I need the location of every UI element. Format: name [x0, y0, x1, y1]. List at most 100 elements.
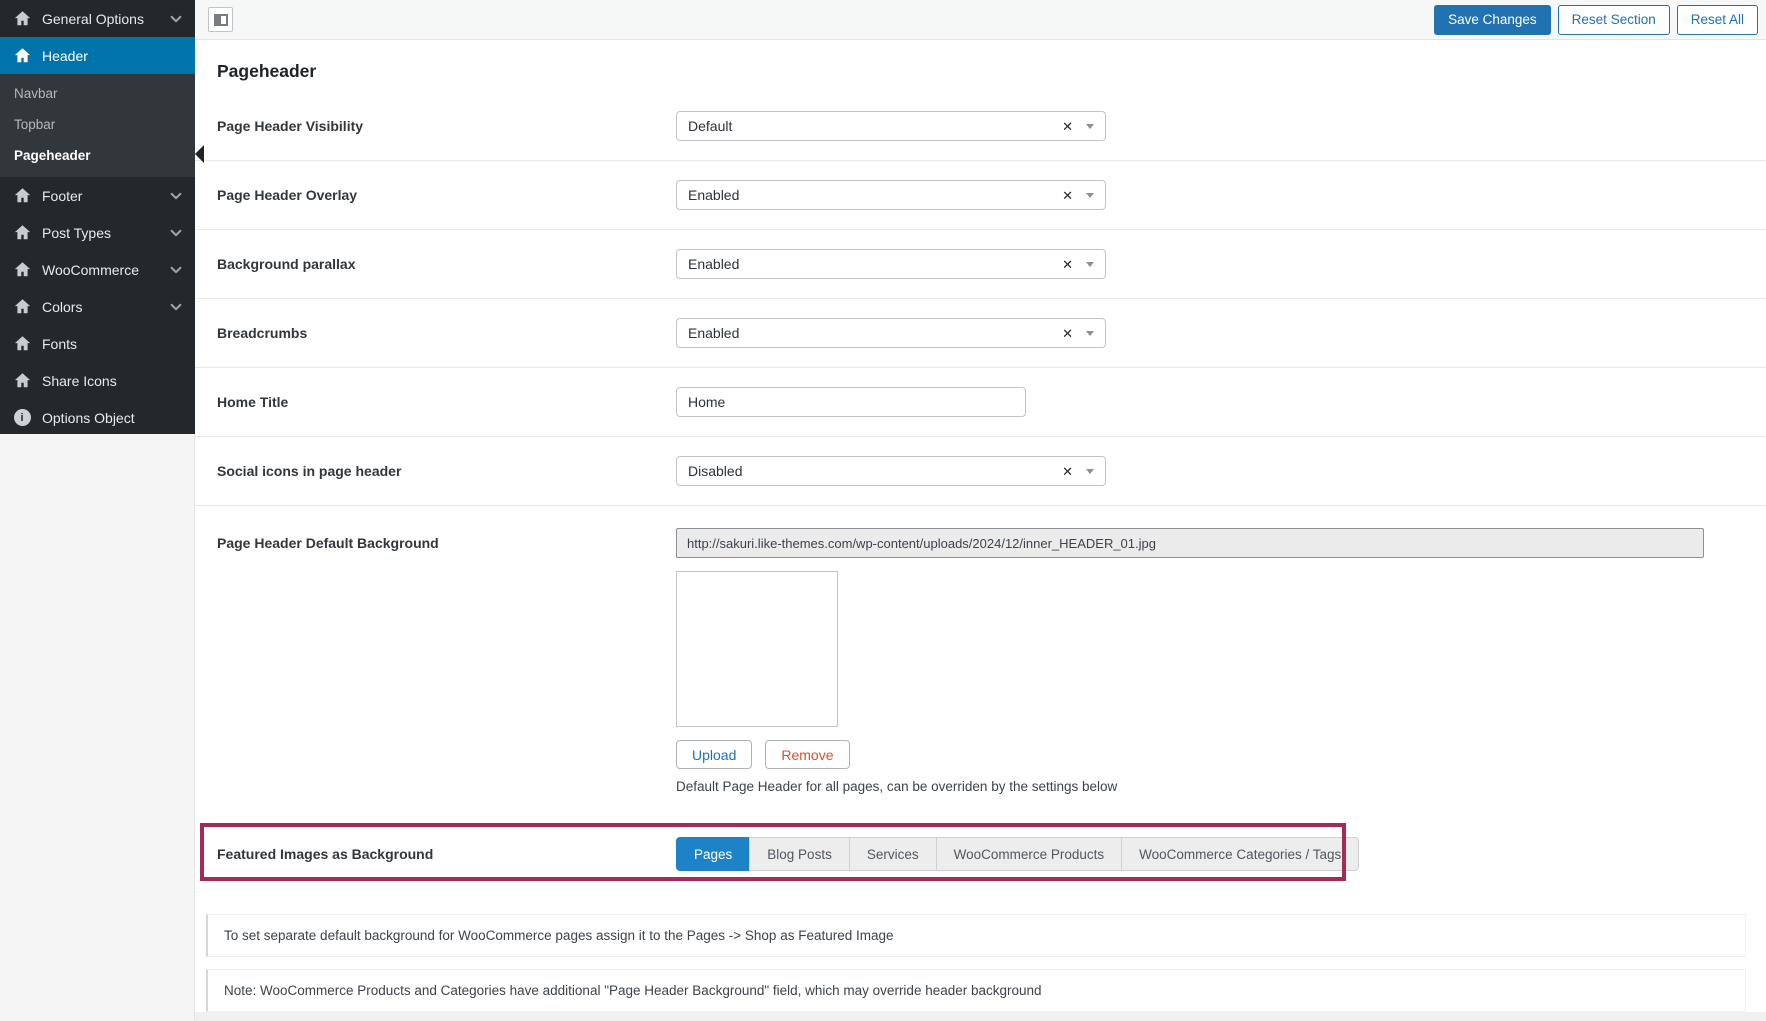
field-label: Social icons in page header — [217, 463, 676, 479]
clear-icon[interactable]: ✕ — [1062, 465, 1073, 478]
sidebar-item-options-object[interactable]: i Options Object — [0, 399, 195, 436]
clear-icon[interactable]: ✕ — [1062, 120, 1073, 133]
header-submenu: Navbar Topbar Pageheader — [0, 74, 195, 177]
home-icon — [13, 47, 31, 65]
sidebar-item-label: Footer — [42, 188, 169, 204]
field-label: Page Header Visibility — [217, 118, 676, 134]
tab-services[interactable]: Services — [849, 837, 937, 871]
sidebar-item-post-types[interactable]: Post Types — [0, 214, 195, 251]
notes-section: To set separate default background for W… — [195, 914, 1766, 1012]
tab-woocommerce-categories-tags[interactable]: WooCommerce Categories / Tags — [1121, 837, 1359, 871]
reset-all-button[interactable]: Reset All — [1677, 5, 1758, 35]
caret-down-icon — [1086, 193, 1094, 198]
field-row-parallax: Background parallax Enabled ✕ — [195, 230, 1766, 299]
tab-pages[interactable]: Pages — [676, 837, 750, 871]
field-row-home-title: Home Title — [195, 368, 1766, 437]
main-area: Save Changes Reset Section Reset All Pag… — [195, 0, 1766, 1021]
field-row-featured-images: Featured Images as Background Pages Blog… — [195, 824, 1766, 884]
reset-section-button[interactable]: Reset Section — [1558, 5, 1670, 35]
sidebar-item-footer[interactable]: Footer — [0, 177, 195, 214]
sidebar-item-label: General Options — [42, 11, 169, 27]
sidebar-item-label: Fonts — [42, 336, 183, 352]
chevron-down-icon — [169, 300, 183, 314]
sidebar-item-pageheader[interactable]: Pageheader — [0, 140, 195, 171]
field-label: Home Title — [217, 394, 676, 410]
submenu-item-label: Topbar — [14, 117, 55, 132]
sidebar-item-header[interactable]: Header — [0, 37, 195, 74]
social-icons-select[interactable]: Disabled ✕ — [676, 456, 1106, 486]
sidebar-item-label: Options Object — [42, 410, 183, 426]
chevron-down-icon — [169, 226, 183, 240]
field-label: Breadcrumbs — [217, 325, 676, 341]
sidebar-item-woocommerce[interactable]: WooCommerce — [0, 251, 195, 288]
settings-panel: Pageheader Page Header Visibility Defaul… — [195, 40, 1766, 1012]
featured-images-tab-group: Pages Blog Posts Services WooCommerce Pr… — [676, 837, 1359, 871]
sidebar-background — [0, 434, 195, 1021]
overlay-select[interactable]: Enabled ✕ — [676, 180, 1106, 210]
sidebar-item-label: WooCommerce — [42, 262, 169, 278]
clear-icon[interactable]: ✕ — [1062, 327, 1073, 340]
submenu-item-label: Navbar — [14, 86, 58, 101]
sidebar-item-fonts[interactable]: Fonts — [0, 325, 195, 362]
current-item-arrow — [195, 145, 204, 163]
sidebar-item-general-options[interactable]: General Options — [0, 0, 195, 37]
note-page-header-background: Note: WooCommerce Products and Categorie… — [206, 969, 1746, 1012]
sidebar-item-label: Header — [42, 48, 183, 64]
caret-down-icon — [1086, 124, 1094, 129]
toolbar-actions: Save Changes Reset Section Reset All — [1434, 5, 1758, 35]
breadcrumbs-select[interactable]: Enabled ✕ — [676, 318, 1106, 348]
sidebar-item-label: Share Icons — [42, 373, 183, 389]
background-url-input[interactable] — [676, 528, 1704, 558]
save-changes-button[interactable]: Save Changes — [1434, 5, 1551, 35]
select-value: Default — [688, 118, 732, 134]
select-value: Disabled — [688, 463, 742, 479]
caret-down-icon — [1086, 469, 1094, 474]
home-icon — [13, 261, 31, 279]
sidebar-item-label: Colors — [42, 299, 169, 315]
food-photo-image — [680, 575, 834, 723]
field-label: Featured Images as Background — [217, 846, 676, 862]
field-row-social-icons: Social icons in page header Disabled ✕ — [195, 437, 1766, 506]
topbar: Save Changes Reset Section Reset All — [195, 0, 1766, 40]
field-help-text: Default Page Header for all pages, can b… — [676, 779, 1746, 794]
collapse-sidebar-button[interactable] — [208, 7, 233, 32]
upload-button[interactable]: Upload — [676, 740, 752, 769]
remove-button[interactable]: Remove — [765, 740, 849, 769]
layout-icon — [214, 14, 228, 26]
tab-blog-posts[interactable]: Blog Posts — [749, 837, 850, 871]
sidebar-item-label: Post Types — [42, 225, 169, 241]
select-value: Enabled — [688, 187, 739, 203]
sidebar: General Options Header Navbar Topbar Pag… — [0, 0, 195, 434]
sidebar-item-share-icons[interactable]: Share Icons — [0, 362, 195, 399]
field-row-default-background: Page Header Default Background Upload Re… — [195, 506, 1766, 810]
visibility-select[interactable]: Default ✕ — [676, 111, 1106, 141]
background-thumbnail — [676, 571, 838, 727]
home-icon — [13, 187, 31, 205]
parallax-select[interactable]: Enabled ✕ — [676, 249, 1106, 279]
sidebar-item-navbar[interactable]: Navbar — [0, 78, 195, 109]
info-icon: i — [13, 409, 31, 427]
caret-down-icon — [1086, 331, 1094, 336]
tab-woocommerce-products[interactable]: WooCommerce Products — [936, 837, 1123, 871]
field-row-visibility: Page Header Visibility Default ✕ — [195, 92, 1766, 161]
chevron-down-icon — [169, 12, 183, 26]
page-title: Pageheader — [195, 40, 1766, 92]
caret-down-icon — [1086, 262, 1094, 267]
field-label: Page Header Default Background — [217, 528, 676, 558]
select-value: Enabled — [688, 256, 739, 272]
field-label: Background parallax — [217, 256, 676, 272]
clear-icon[interactable]: ✕ — [1062, 189, 1073, 202]
field-row-overlay: Page Header Overlay Enabled ✕ — [195, 161, 1766, 230]
home-icon — [13, 335, 31, 353]
chevron-down-icon — [169, 189, 183, 203]
home-icon — [13, 298, 31, 316]
clear-icon[interactable]: ✕ — [1062, 258, 1073, 271]
submenu-item-label: Pageheader — [14, 148, 91, 163]
sidebar-item-topbar[interactable]: Topbar — [0, 109, 195, 140]
home-icon — [13, 372, 31, 390]
sidebar-item-colors[interactable]: Colors — [0, 288, 195, 325]
field-row-breadcrumbs: Breadcrumbs Enabled ✕ — [195, 299, 1766, 368]
note-shop-featured-image: To set separate default background for W… — [206, 914, 1746, 957]
home-title-input[interactable] — [676, 387, 1026, 417]
select-value: Enabled — [688, 325, 739, 341]
